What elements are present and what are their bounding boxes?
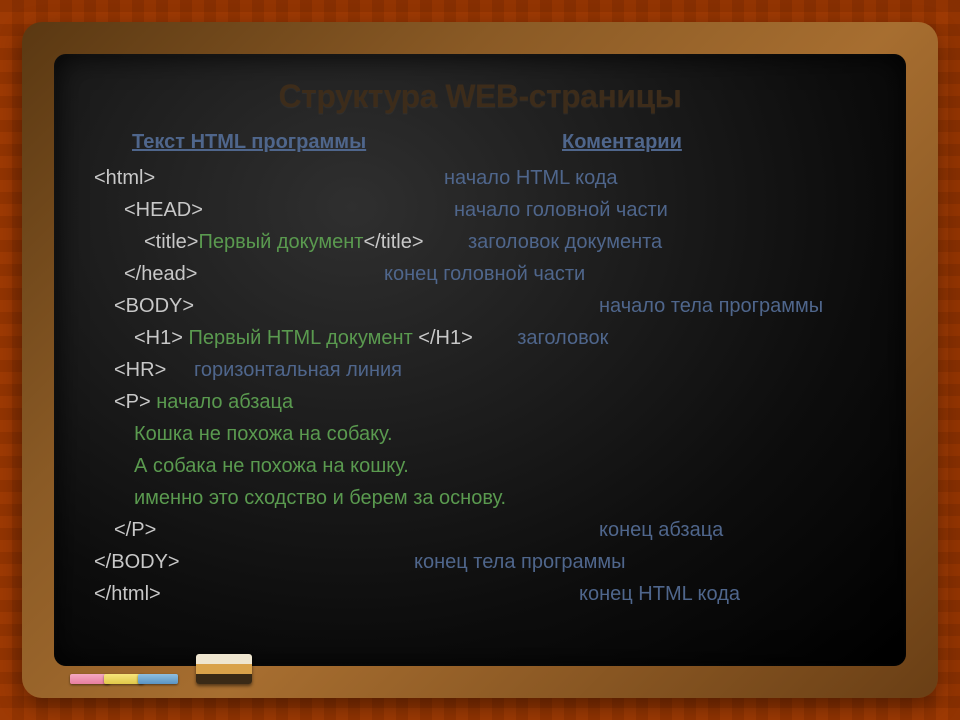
header-right: Коментарии xyxy=(562,131,682,154)
code-line: <BODY>начало тела программы xyxy=(94,290,866,322)
code-content: начало абзаца xyxy=(156,386,293,418)
slide-title: Структура WEB-страницы xyxy=(94,78,866,115)
code-block: <html>начало HTML кода<HEAD>начало голов… xyxy=(94,162,866,610)
code-line: <HEAD>начало головной части xyxy=(94,194,866,226)
html-tag: </html> xyxy=(94,578,579,610)
code-line: Кошка не похожа на собаку. xyxy=(94,418,866,450)
code-line: </html>конец HTML кода xyxy=(94,578,866,610)
chalk-blue-icon xyxy=(138,674,178,684)
header-left: Текст HTML программы xyxy=(132,131,532,154)
code-line: именно это сходство и берем за основу. xyxy=(94,482,866,514)
html-tag: </BODY> xyxy=(94,546,414,578)
code-line: <P> начало абзаца xyxy=(94,386,866,418)
chalk-tray xyxy=(70,654,252,684)
wood-background: Структура WEB-страницы Текст HTML програ… xyxy=(0,0,960,720)
code-comment: конец HTML кода xyxy=(579,578,740,610)
code-line: <title>Первый документ</title> заголовок… xyxy=(94,226,866,258)
column-headers: Текст HTML программы Коментарии xyxy=(94,131,866,154)
code-comment: конец головной части xyxy=(384,258,585,290)
html-tag: <HEAD> xyxy=(124,194,454,226)
code-line: <H1> Первый HTML документ </H1> заголово… xyxy=(94,322,866,354)
html-tag: </P> xyxy=(114,514,599,546)
html-closing-tag: </title> xyxy=(363,226,423,258)
eraser-icon xyxy=(196,654,252,684)
code-content: А собака не похожа на кошку. xyxy=(134,450,409,482)
html-tag: <BODY> xyxy=(114,290,599,322)
html-tag: <title> xyxy=(144,226,198,258)
chalkboard: Структура WEB-страницы Текст HTML програ… xyxy=(54,54,906,666)
code-content: Первый HTML документ xyxy=(183,322,418,354)
code-comment: заголовок xyxy=(473,322,609,354)
code-comment: конец тела программы xyxy=(414,546,626,578)
code-line: <html>начало HTML кода xyxy=(94,162,866,194)
code-line: </P>конец абзаца xyxy=(94,514,866,546)
code-comment: начало тела программы xyxy=(599,290,823,322)
code-line: <HR> горизонтальная линия xyxy=(94,354,866,386)
html-tag: <P> xyxy=(114,386,156,418)
code-comment: заголовок документа xyxy=(424,226,663,258)
html-tag: <H1> xyxy=(134,322,183,354)
code-line: А собака не похожа на кошку. xyxy=(94,450,866,482)
code-content: Первый документ xyxy=(198,226,363,258)
code-line: </BODY>конец тела программы xyxy=(94,546,866,578)
html-closing-tag: </H1> xyxy=(418,322,472,354)
html-tag: <HR> xyxy=(114,354,166,386)
code-content: Кошка не похожа на собаку. xyxy=(134,418,393,450)
html-tag: <html> xyxy=(94,162,444,194)
code-comment: конец абзаца xyxy=(599,514,723,546)
code-line: </head>конец головной части xyxy=(94,258,866,290)
code-comment: начало головной части xyxy=(454,194,668,226)
code-content: именно это сходство и берем за основу. xyxy=(134,482,506,514)
code-content: горизонтальная линия xyxy=(166,354,402,386)
code-comment: начало HTML кода xyxy=(444,162,618,194)
html-tag: </head> xyxy=(124,258,384,290)
chalkboard-frame: Структура WEB-страницы Текст HTML програ… xyxy=(22,22,938,698)
